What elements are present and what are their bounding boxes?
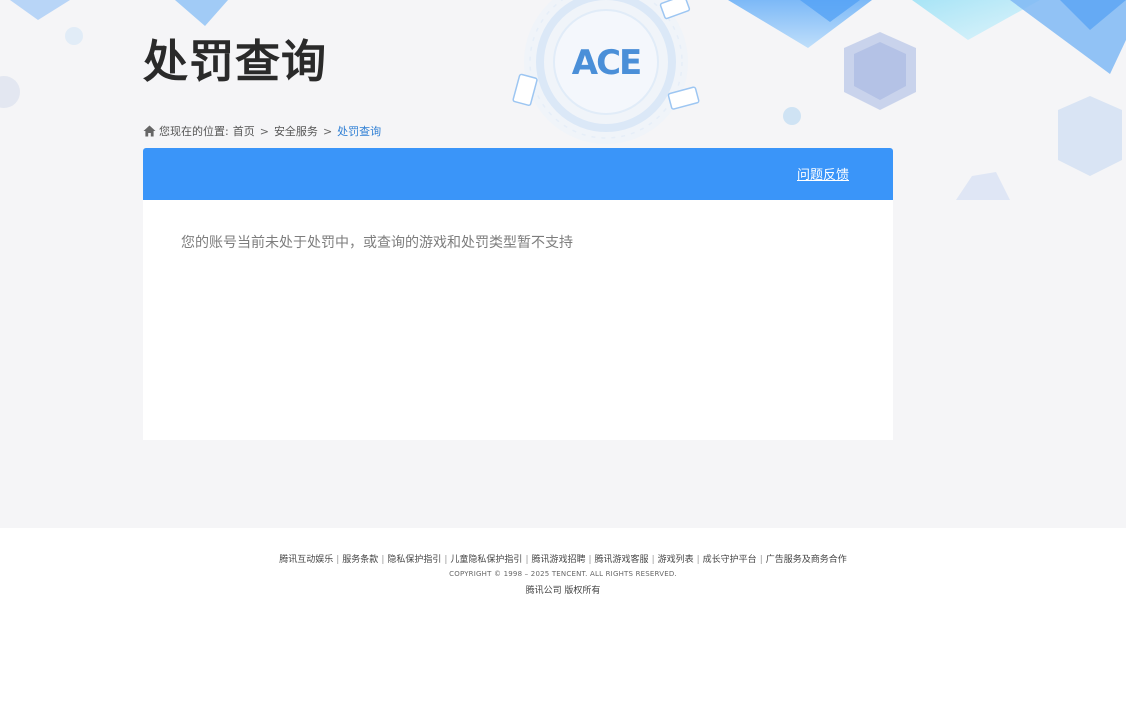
footer-link-divider: | (525, 555, 529, 565)
footer-link-divider: | (651, 555, 655, 565)
footer-link-divider: | (696, 555, 700, 565)
breadcrumb-current: 处罚查询 (337, 125, 382, 138)
ace-logo-text: ACE (572, 43, 641, 83)
breadcrumb: 您现在的位置: 首页 > 安全服务 > 处罚查询 (143, 122, 381, 140)
footer-link-growth-guard[interactable]: 成长守护平台 (703, 555, 757, 565)
result-message: 您的账号当前未处于处罚中，或查询的游戏和处罚类型暂不支持 (181, 235, 573, 251)
footer-links: 腾讯互动娱乐 | 服务条款 | 隐私保护指引 | 儿童隐私保护指引 | 腾讯游戏招聘 | 腾讯游戏客… (0, 552, 1126, 565)
footer-link-divider: | (381, 555, 385, 565)
footer-link-careers[interactable]: 腾讯游戏招聘 (531, 555, 585, 565)
copyright-text: COPYRIGHT © 1998 – 2025 TENCENT. ALL RIG… (449, 570, 677, 578)
result-card: 您的账号当前未处于处罚中，或查询的游戏和处罚类型暂不支持 (143, 200, 893, 440)
company-text: 腾讯公司 版权所有 (525, 586, 601, 596)
footer-link-ads[interactable]: 广告服务及商务合作 (766, 555, 847, 565)
footer-link-divider: | (588, 555, 592, 565)
footer-link-child-privacy[interactable]: 儿童隐私保护指引 (450, 555, 522, 565)
footer-link-support[interactable]: 腾讯游戏客服 (595, 555, 649, 565)
breadcrumb-prefix: 您现在的位置: (159, 125, 229, 138)
footer-link-divider: | (759, 555, 763, 565)
breadcrumb-separator: > (322, 124, 333, 138)
breadcrumb-separator: > (259, 124, 269, 138)
page-title: 处罚查询 (143, 35, 328, 88)
footer-link-privacy[interactable]: 隐私保护指引 (387, 555, 441, 565)
card-header: 问题反馈 (143, 148, 893, 200)
footer-link-divider: | (336, 555, 340, 565)
breadcrumb-home-link[interactable]: 首页 (233, 123, 255, 139)
page: ACE 处罚查询 您现在的位置: 首页 > 安全服务 > 处罚查询 问题反馈 您… (0, 0, 1126, 724)
footer-link-divider: | (444, 555, 448, 565)
footer-link-tencent-games[interactable]: 腾讯互动娱乐 (279, 555, 333, 565)
footer-link-game-list[interactable]: 游戏列表 (658, 555, 694, 565)
breadcrumb-security-link[interactable]: 安全服务 (274, 123, 318, 139)
home-icon (143, 125, 156, 137)
feedback-link[interactable]: 问题反馈 (797, 164, 849, 183)
footer-link-terms[interactable]: 服务条款 (342, 555, 378, 565)
footer: 腾讯互动娱乐 | 服务条款 | 隐私保护指引 | 儿童隐私保护指引 | 腾讯游戏招聘 | 腾讯游戏客… (0, 528, 1126, 724)
hero-background: ACE 处罚查询 您现在的位置: 首页 > 安全服务 > 处罚查询 问题反馈 您… (0, 0, 1126, 528)
